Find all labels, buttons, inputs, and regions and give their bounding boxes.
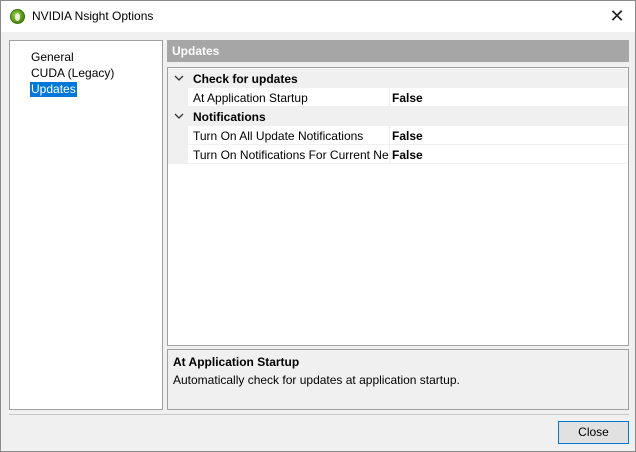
property-row[interactable]: At Application Startup False	[168, 88, 628, 107]
category-notifications[interactable]: Notifications	[168, 107, 628, 126]
options-nav-tree: General CUDA (Legacy) Updates	[9, 40, 163, 410]
chevron-down-icon[interactable]	[174, 71, 184, 85]
close-button[interactable]: Close	[558, 421, 629, 444]
property-value[interactable]: False	[392, 129, 423, 143]
property-row[interactable]: Turn On All Update Notifications False	[168, 126, 628, 145]
category-label: Notifications	[193, 110, 266, 124]
chevron-down-icon[interactable]	[174, 109, 184, 123]
property-name: At Application Startup	[193, 91, 308, 105]
footer-divider	[9, 414, 629, 415]
property-value[interactable]: False	[392, 148, 423, 162]
nav-item-cuda-legacy[interactable]: CUDA (Legacy)	[30, 66, 115, 81]
property-grid: Check for updates At Application Startup…	[167, 67, 629, 346]
title-bar: NVIDIA Nsight Options ✕	[1, 1, 635, 32]
window-title: NVIDIA Nsight Options	[32, 9, 154, 23]
description-title: At Application Startup	[173, 355, 300, 369]
nav-item-updates[interactable]: Updates	[30, 82, 77, 97]
category-check-for-updates[interactable]: Check for updates	[168, 69, 628, 88]
property-row[interactable]: Turn On Notifications For Current Ne Fal…	[168, 145, 628, 164]
close-icon[interactable]: ✕	[605, 5, 629, 27]
category-label: Check for updates	[193, 72, 298, 86]
property-name: Turn On All Update Notifications	[193, 129, 364, 143]
description-text: Automatically check for updates at appli…	[173, 373, 460, 387]
property-value[interactable]: False	[392, 91, 423, 105]
panel-header: Updates	[167, 40, 629, 62]
nav-item-general[interactable]: General	[30, 50, 75, 65]
nvidia-nsight-icon	[10, 9, 25, 24]
options-dialog: NVIDIA Nsight Options ✕ General CUDA (Le…	[0, 0, 636, 452]
property-name: Turn On Notifications For Current Ne	[193, 148, 389, 162]
description-pane: At Application Startup Automatically che…	[167, 349, 629, 410]
